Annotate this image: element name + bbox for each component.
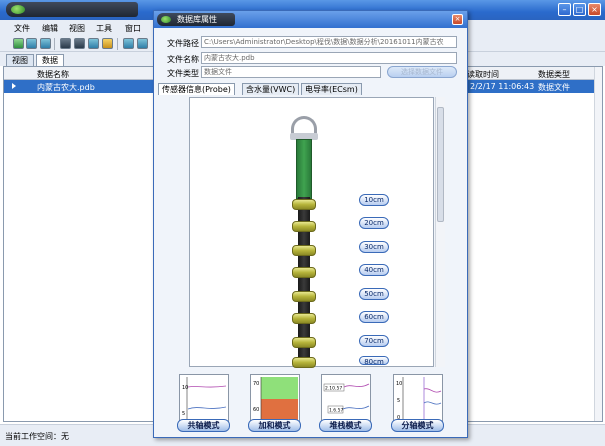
name-field[interactable]: 内蒙古农大.pdb — [201, 52, 457, 64]
toolbar-separator — [54, 38, 55, 50]
sensor-ring — [292, 291, 316, 302]
dialog-logo: 数据库属性 — [157, 13, 235, 26]
svg-text:10: 10 — [182, 385, 188, 391]
document-icon[interactable] — [26, 38, 37, 49]
sum-mode-button[interactable]: 加和模式 — [248, 419, 301, 432]
toolbar-separator — [117, 38, 118, 50]
menu-file[interactable]: 文件 — [14, 23, 30, 34]
workspace-status: 当前工作空间：无 — [5, 432, 69, 441]
header-name[interactable]: 数据名称 — [37, 69, 69, 80]
depth-60cm[interactable]: 60cm — [359, 311, 389, 323]
sensor-ring — [292, 267, 316, 278]
coaxial-mode-button[interactable]: 共轴模式 — [177, 419, 230, 432]
sensor-ring — [292, 221, 316, 232]
app-logo — [6, 2, 138, 17]
svg-text:10: 10 — [396, 381, 402, 387]
app-logo-icon — [11, 5, 25, 14]
grid-scrollbar[interactable] — [594, 67, 602, 421]
menu-view[interactable]: 视图 — [69, 23, 85, 34]
sensor-ring — [292, 337, 316, 348]
depth-20cm[interactable]: 20cm — [359, 217, 389, 229]
depth-80cm[interactable]: 80cm — [359, 356, 389, 365]
type-label: 文件类型 — [167, 69, 199, 78]
sensor-ring — [292, 245, 316, 256]
header-read-time[interactable]: 读取时间 — [467, 69, 499, 80]
svg-text:60: 60 — [253, 407, 259, 413]
svg-text:1.6.57: 1.6.57 — [329, 408, 343, 414]
svg-text:2.10.57: 2.10.57 — [325, 386, 342, 392]
svg-text:5: 5 — [182, 411, 185, 417]
coaxial-mode-thumbnail[interactable]: 10 5 — [179, 374, 229, 424]
save-icon[interactable] — [40, 38, 51, 49]
probe-scroll-thumb[interactable] — [437, 107, 444, 222]
folder-icon[interactable] — [102, 38, 113, 49]
tab-view[interactable]: 视图 — [6, 54, 34, 66]
row-indicator-icon — [12, 83, 16, 89]
name-label: 文件名称 — [167, 55, 199, 64]
depth-70cm[interactable]: 70cm — [359, 335, 389, 347]
sensor-ring — [292, 199, 316, 210]
close-button[interactable]: × — [588, 3, 601, 16]
stack-chart-icon: 2.10.57 1.6.57 — [323, 383, 370, 414]
window-controls: – □ × — [558, 3, 601, 16]
cell-read-time: 2/2/17 11:06:43 — [470, 82, 535, 91]
export-icon[interactable] — [88, 38, 99, 49]
dialog-title: 数据库属性 — [177, 15, 217, 24]
tab-data[interactable]: 数据 — [36, 54, 64, 66]
split-mode-thumbnail[interactable]: 10 5 0 — [393, 374, 443, 424]
disk-icon[interactable] — [60, 38, 71, 49]
dialog-logo-icon — [161, 16, 171, 23]
maximize-button[interactable]: □ — [573, 3, 586, 16]
svg-text:70: 70 — [253, 381, 259, 387]
panel-icon[interactable] — [123, 38, 134, 49]
coaxial-chart-icon: 10 5 — [182, 377, 227, 421]
save-as-icon[interactable] — [74, 38, 85, 49]
tab-probe[interactable]: 传感器信息(Probe) — [158, 83, 235, 95]
database-properties-dialog: 数据库属性 × 文件路径 C:\Users\Administrator\Desk… — [153, 10, 468, 438]
sum-mode-thumbnail[interactable]: 70 60 — [250, 374, 300, 424]
split-chart-icon: 10 5 0 — [396, 377, 442, 421]
path-field[interactable]: C:\Users\Administrator\Desktop\程伐\数据\数据分… — [201, 36, 457, 48]
svg-text:5: 5 — [397, 398, 400, 404]
dialog-titlebar[interactable]: 数据库属性 × — [154, 11, 467, 28]
sensor-ring — [292, 357, 316, 368]
depth-10cm[interactable]: 10cm — [359, 194, 389, 206]
tab-ec[interactable]: 电导率(ECsm) — [301, 83, 362, 95]
minimize-button[interactable]: – — [558, 3, 571, 16]
probe-scrollbar[interactable] — [435, 97, 445, 367]
split-mode-button[interactable]: 分轴模式 — [391, 419, 444, 432]
cell-type: 数据文件 — [538, 83, 570, 92]
dialog-close-button[interactable]: × — [452, 14, 463, 25]
header-type[interactable]: 数据类型 — [538, 69, 570, 80]
probe-circuit-board — [296, 139, 312, 199]
window-icon[interactable] — [137, 38, 148, 49]
stack-mode-button[interactable]: 堆栈模式 — [319, 419, 372, 432]
sensor-ring — [292, 313, 316, 324]
depth-40cm[interactable]: 40cm — [359, 264, 389, 276]
path-label: 文件路径 — [167, 39, 199, 48]
menu-edit[interactable]: 编辑 — [42, 23, 58, 34]
menu-window[interactable]: 窗口 — [125, 23, 141, 34]
stack-mode-thumbnail[interactable]: 2.10.57 1.6.57 — [321, 374, 371, 424]
depth-30cm[interactable]: 30cm — [359, 241, 389, 253]
menu-tools[interactable]: 工具 — [96, 23, 112, 34]
select-file-button[interactable]: 选择数据文件 — [387, 66, 457, 78]
tab-vwc[interactable]: 含水量(VWC) — [242, 83, 300, 95]
open-icon[interactable] — [13, 38, 24, 49]
cell-name: 内蒙古农大.pdb — [37, 83, 95, 92]
type-field[interactable]: 数据文件 — [201, 66, 381, 78]
sum-chart-icon: 70 60 — [253, 377, 298, 422]
depth-50cm[interactable]: 50cm — [359, 288, 389, 300]
